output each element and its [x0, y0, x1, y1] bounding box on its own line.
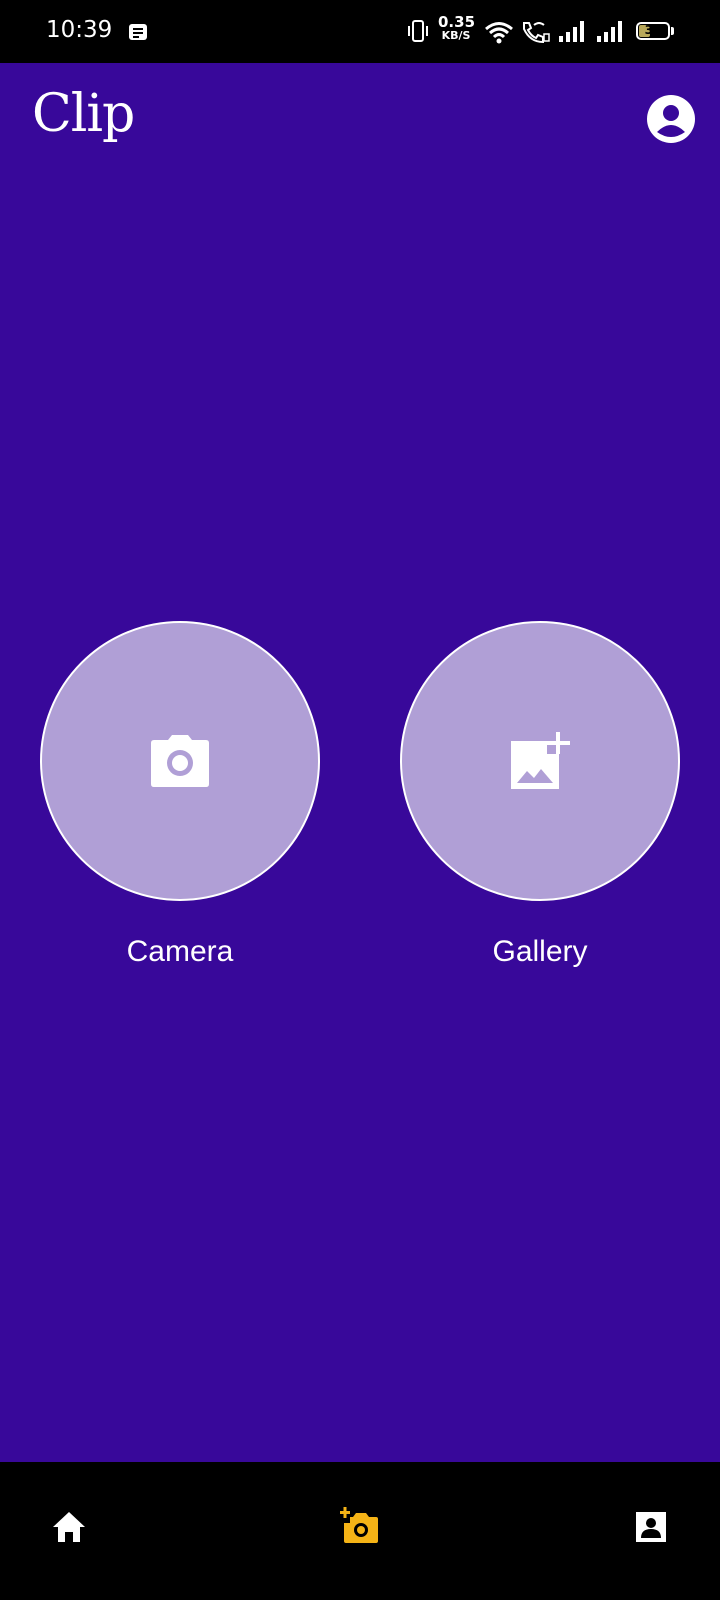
bottom-nav — [0, 1462, 720, 1600]
home-icon[interactable] — [49, 1507, 89, 1547]
camera-label: Camera — [126, 935, 234, 968]
vibrate-icon — [408, 20, 428, 42]
status-time: 10:39 — [46, 17, 113, 43]
add-photo-icon — [511, 732, 570, 789]
net-speed-unit: KB/S — [441, 29, 471, 42]
net-speed: 0.35 KB/S — [438, 13, 476, 43]
notification-icon — [129, 24, 147, 40]
signal-icon — [559, 21, 584, 42]
status-bar: 10:39 0.35 KB/S 37 — [0, 0, 720, 63]
battery-icon: 37 — [636, 22, 670, 40]
wifi-calling-icon — [523, 22, 550, 44]
battery-tip — [671, 27, 674, 35]
gallery-label: Gallery — [492, 935, 588, 968]
account-circle-icon[interactable] — [646, 94, 696, 144]
wifi-icon — [485, 22, 513, 44]
app-title: Clip — [32, 84, 135, 144]
profile-icon[interactable] — [631, 1507, 671, 1547]
battery-level: 37 — [644, 23, 662, 37]
gallery-action[interactable]: Gallery — [400, 621, 680, 969]
camera-button[interactable] — [40, 621, 320, 901]
net-speed-value: 0.35 — [438, 13, 476, 31]
camera-action[interactable]: Camera — [40, 621, 320, 969]
signal-icon — [597, 21, 622, 42]
gallery-button[interactable] — [400, 621, 680, 901]
add-camera-icon[interactable] — [340, 1507, 380, 1547]
camera-icon — [151, 735, 209, 787]
